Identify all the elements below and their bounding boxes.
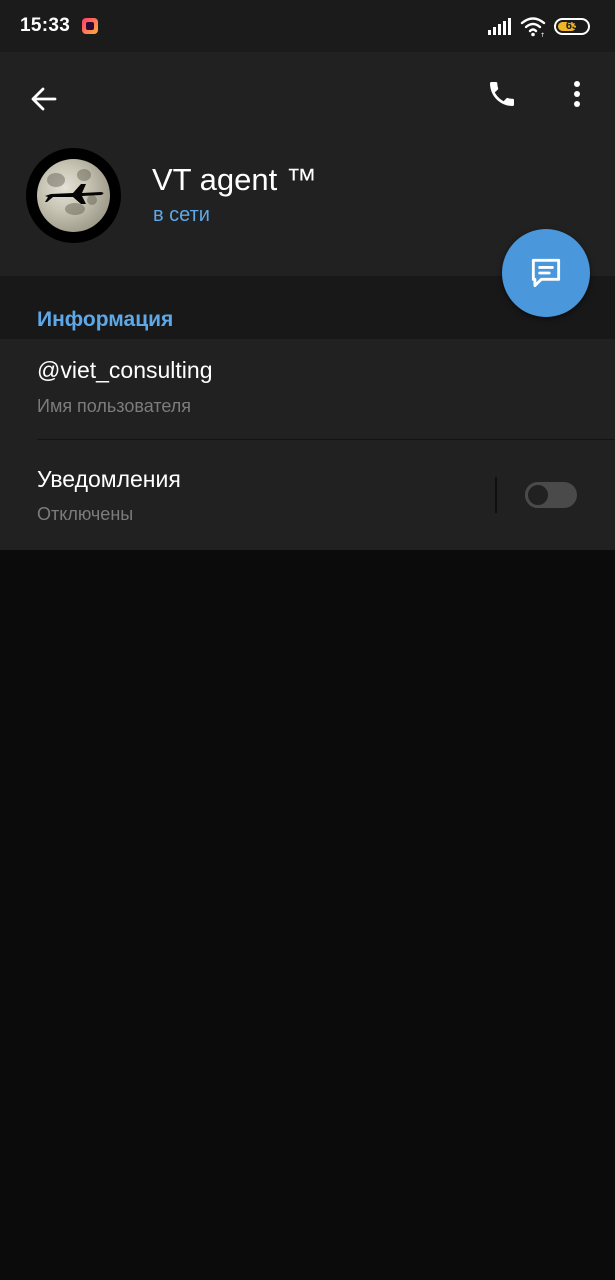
- wifi-icon: ↑↓: [520, 17, 546, 37]
- notifications-toggle[interactable]: [525, 482, 577, 508]
- signal-icon: [488, 17, 514, 35]
- profile-status: в сети: [153, 204, 210, 226]
- avatar[interactable]: [26, 148, 121, 243]
- profile-name: VT agent ™: [152, 162, 317, 197]
- battery-icon: 63: [554, 18, 590, 35]
- arrow-left-icon: [31, 87, 57, 111]
- phone-icon: [490, 82, 514, 106]
- more-vertical-icon: [574, 81, 580, 107]
- username-row[interactable]: @viet_consulting Имя пользователя: [0, 339, 615, 435]
- vertical-separator: [495, 477, 497, 513]
- call-button[interactable]: [480, 72, 524, 116]
- toggle-thumb: [525, 482, 551, 508]
- status-bar: 15:33 ↑↓ 63: [0, 0, 615, 52]
- more-options-button[interactable]: [555, 72, 599, 116]
- message-icon: [531, 258, 561, 288]
- status-time: 15:33: [20, 15, 71, 36]
- airplane-icon: [45, 184, 104, 204]
- info-list: @viet_consulting Имя пользователя Уведом…: [0, 339, 615, 550]
- notifications-row[interactable]: Уведомления Отключены: [0, 440, 615, 550]
- profile-screen: 15:33 ↑↓ 63: [0, 0, 615, 1280]
- username-value: @viet_consulting: [37, 357, 213, 383]
- info-section-title: Информация: [37, 308, 174, 331]
- back-button[interactable]: [22, 77, 66, 121]
- username-label: Имя пользователя: [37, 396, 192, 416]
- svg-text:↑↓: ↑↓: [540, 32, 546, 37]
- notifications-value: Отключены: [37, 504, 134, 524]
- message-button[interactable]: [502, 229, 590, 317]
- battery-level: 63: [565, 20, 579, 32]
- notifications-title: Уведомления: [37, 466, 181, 492]
- app-notification-icon: [82, 18, 98, 34]
